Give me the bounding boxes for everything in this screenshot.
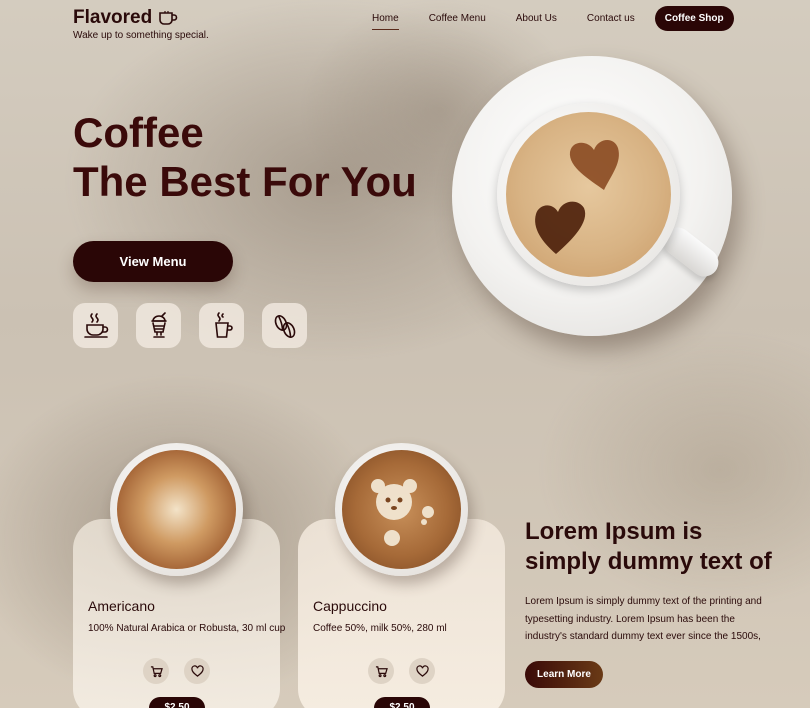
hero-latte-art-image [506, 112, 671, 277]
coffee-cup-icon [159, 11, 178, 25]
coffee-beans-icon[interactable] [262, 303, 307, 348]
takeaway-cup-icon[interactable] [199, 303, 244, 348]
nav-home[interactable]: Home [372, 7, 399, 30]
promo-title-line1: Lorem Ipsum is [525, 518, 703, 545]
learn-more-button[interactable]: Learn More [525, 661, 603, 688]
category-icons [73, 303, 307, 348]
hero-title-line1: Coffee [73, 109, 204, 156]
hero-title: Coffee The Best For You [73, 108, 417, 206]
nav-about-us[interactable]: About Us [516, 7, 557, 30]
price-badge: $2.50 [149, 697, 205, 708]
nav-coffee-menu[interactable]: Coffee Menu [429, 7, 486, 30]
logo-title: Flavored [73, 7, 209, 29]
heart-icon [415, 664, 429, 677]
cart-icon [375, 665, 388, 677]
product-description: Coffee 50%, milk 50%, 280 ml [313, 623, 447, 634]
hero-title-line2: The Best For You [73, 158, 417, 205]
favorite-button[interactable] [184, 658, 210, 684]
promo-title: Lorem Ipsum is simply dummy text of [525, 517, 772, 577]
logo[interactable]: Flavored Wake up to something special. [73, 7, 209, 41]
main-nav: Home Coffee Menu About Us Contact us Cof… [372, 6, 734, 31]
price-badge: $2.50 [374, 697, 430, 708]
view-menu-button[interactable]: View Menu [73, 241, 233, 282]
brand-name: Flavored [73, 7, 153, 28]
add-to-cart-button[interactable] [368, 658, 394, 684]
heart-art-icon [535, 201, 586, 254]
brand-tagline: Wake up to something special. [73, 30, 209, 41]
heart-art-icon [569, 139, 619, 190]
americano-cup-image [110, 443, 243, 576]
heart-icon [190, 664, 204, 677]
promo-body: Lorem Ipsum is simply dummy text of the … [525, 596, 762, 642]
product-description: 100% Natural Arabica or Robusta, 30 ml c… [88, 623, 286, 634]
promo-title-line2: simply dummy text of [525, 548, 772, 575]
product-name: Cappuccino [313, 598, 387, 614]
iced-drink-icon[interactable] [136, 303, 181, 348]
add-to-cart-button[interactable] [143, 658, 169, 684]
favorite-button[interactable] [409, 658, 435, 684]
product-name: Americano [88, 598, 155, 614]
hot-coffee-icon[interactable] [73, 303, 118, 348]
coffee-shop-button[interactable]: Coffee Shop [654, 6, 734, 31]
cappuccino-cup-image [335, 443, 468, 576]
nav-contact-us[interactable]: Contact us [587, 7, 635, 30]
cart-icon [150, 665, 163, 677]
